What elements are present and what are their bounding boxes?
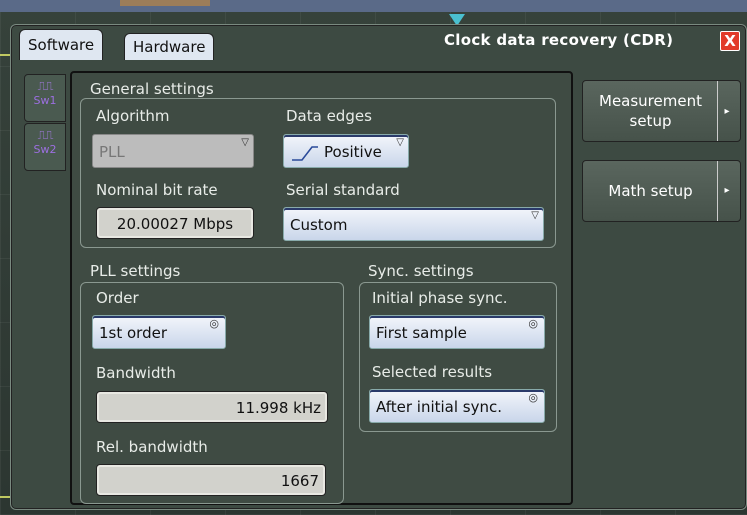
dropdown-caret-icon: ▽ [531, 210, 539, 221]
order-label: Order [96, 289, 139, 307]
nominal-bit-rate-field[interactable]: 20.00027 Mbps [96, 207, 254, 239]
measurement-setup-button[interactable]: Measurement setup ▸ [582, 80, 741, 142]
selected-results-label: Selected results [372, 363, 493, 381]
math-setup-label: Math setup [608, 182, 693, 200]
rising-edge-icon [292, 145, 318, 161]
initial-phase-sync-value: First sample [376, 324, 467, 342]
dropdown-caret-icon: ▽ [241, 137, 249, 148]
pll-settings-title: PLL settings [90, 262, 181, 280]
rel-bandwidth-field[interactable]: 1667 [96, 464, 326, 496]
eye-icon: ◎ [528, 317, 538, 330]
side-tab-sw1[interactable]: ⎍⎍ Sw1 [24, 74, 66, 122]
chevron-right-icon: ▸ [717, 161, 736, 221]
side-tab-label: Sw1 [33, 94, 57, 107]
nominal-bit-rate-label: Nominal bit rate [96, 181, 218, 199]
side-tab-label: Sw2 [33, 143, 57, 156]
algorithm-label: Algorithm [96, 107, 170, 125]
serial-standard-value: Custom [290, 216, 348, 234]
tab-software[interactable]: Software [19, 29, 104, 60]
data-edges-value: Positive [324, 143, 382, 161]
eye-icon: ◎ [528, 391, 538, 404]
chevron-right-icon: ▸ [717, 81, 736, 141]
algorithm-value: PLL [99, 143, 125, 161]
initial-phase-sync-select[interactable]: First sample ◎ [369, 315, 545, 349]
selected-results-value: After initial sync. [376, 398, 503, 416]
general-settings-title: General settings [90, 80, 214, 98]
bandwidth-label: Bandwidth [96, 364, 176, 382]
dropdown-caret-icon: ▽ [396, 137, 404, 148]
side-tab-sw2[interactable]: ⎍⎍ Sw2 [24, 123, 66, 171]
data-edges-select[interactable]: Positive ▽ [283, 134, 409, 168]
selected-results-select[interactable]: After initial sync. ◎ [369, 389, 545, 423]
sync-settings-title: Sync. settings [368, 262, 474, 280]
tab-hardware[interactable]: Hardware [124, 33, 215, 60]
measurement-setup-label-line2: setup [629, 112, 672, 130]
rel-bandwidth-label: Rel. bandwidth [96, 438, 208, 456]
data-edges-label: Data edges [286, 107, 372, 125]
measurement-setup-label-line1: Measurement [599, 92, 702, 110]
top-status-strip [0, 0, 747, 12]
algorithm-select[interactable]: PLL ▽ [92, 134, 254, 168]
bandwidth-field[interactable]: 11.998 kHz [96, 391, 328, 423]
order-select[interactable]: 1st order ◎ [92, 315, 226, 349]
serial-standard-label: Serial standard [286, 181, 400, 199]
serial-standard-select[interactable]: Custom ▽ [283, 207, 544, 241]
initial-phase-sync-label: Initial phase sync. [372, 289, 508, 307]
eye-icon: ◎ [209, 317, 219, 330]
square-wave-icon: ⎍⎍ [37, 128, 54, 142]
channel-indicator [120, 0, 210, 6]
square-wave-icon: ⎍⎍ [37, 79, 54, 93]
close-icon[interactable]: X [720, 31, 740, 51]
order-value: 1st order [99, 324, 168, 342]
math-setup-button[interactable]: Math setup ▸ [582, 160, 741, 222]
dialog-title: Clock data recovery (CDR) [444, 31, 674, 49]
